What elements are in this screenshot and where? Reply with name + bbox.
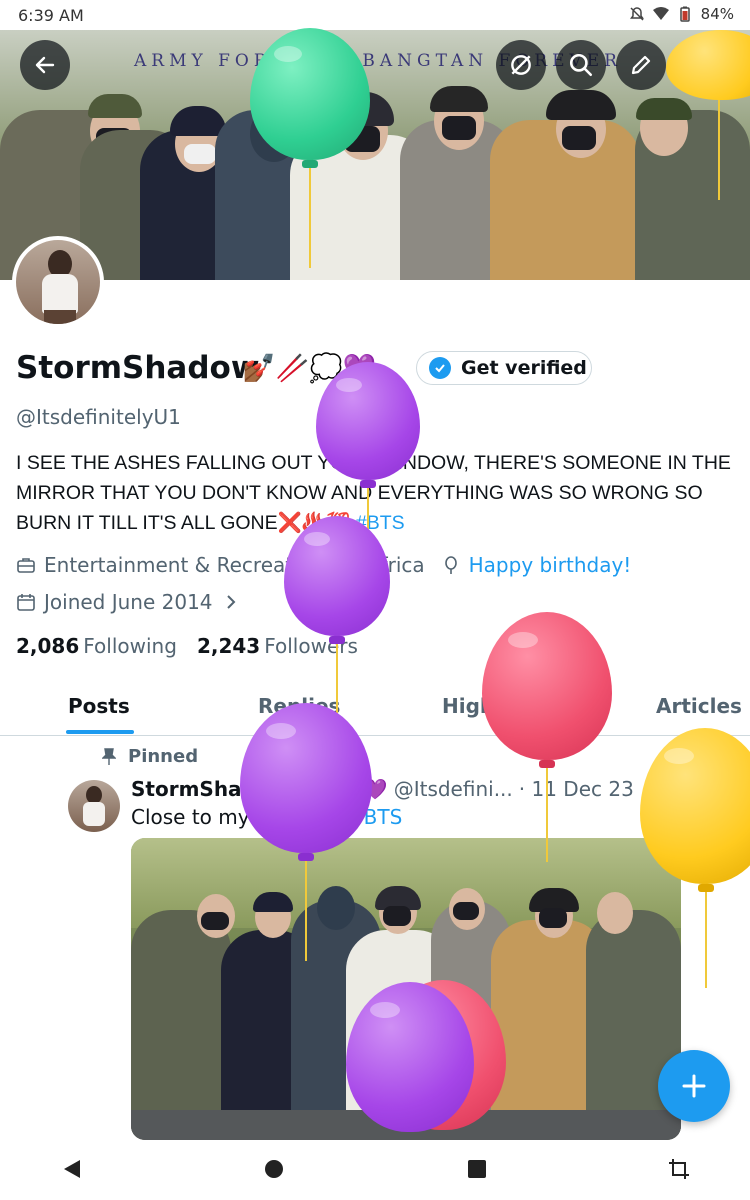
get-verified-button[interactable]: Get verified <box>416 351 592 385</box>
back-button[interactable] <box>20 40 70 90</box>
following-link[interactable]: 2,086 Following <box>16 634 177 658</box>
banner-caption: ARMY FOREVER, BANGTAN FOREVER <box>134 51 622 71</box>
mute-notification-icon <box>629 7 644 21</box>
nav-home-icon[interactable] <box>264 1158 284 1180</box>
profile-avatar[interactable] <box>12 236 104 328</box>
balloon-purple-3 <box>240 703 372 963</box>
profile-handle: @ItsdefinitelyU1 <box>16 405 181 429</box>
edit-icon <box>631 55 651 75</box>
joined-row[interactable]: Joined June 2014 <box>16 590 237 614</box>
following-label: Following <box>83 634 177 658</box>
chevron-right-icon <box>226 595 235 609</box>
profile-display-name: StormShadow <box>16 350 260 386</box>
calendar-icon <box>17 594 35 611</box>
following-count: 2,086 <box>16 634 80 658</box>
pinned-indicator: Pinned <box>102 746 198 767</box>
profile-category: Entertainment & Recreation <box>44 553 324 577</box>
grok-icon <box>511 55 531 75</box>
balloon-birthday-icon <box>444 556 457 574</box>
briefcase-icon <box>17 558 35 573</box>
status-icons: 84% <box>629 5 734 23</box>
active-tab-indicator <box>66 730 134 734</box>
edit-button[interactable] <box>616 40 666 90</box>
back-arrow-icon <box>35 56 55 74</box>
followers-count: 2,243 <box>196 634 261 658</box>
pin-icon <box>102 747 116 765</box>
balloon-yellow-right <box>640 728 750 988</box>
compose-post-button[interactable] <box>658 1050 730 1122</box>
balloon-pink <box>482 612 612 862</box>
get-verified-label: Get verified <box>461 357 587 379</box>
balloon-purple-bottom <box>346 982 476 1142</box>
tab-posts[interactable]: Posts <box>68 694 130 718</box>
post-author-avatar[interactable] <box>68 780 120 832</box>
pinned-label: Pinned <box>128 746 199 767</box>
profile-joined: Joined June 2014 <box>44 590 213 614</box>
tab-articles[interactable]: Articles <box>656 694 742 718</box>
battery-level: 84% <box>700 5 734 23</box>
nav-back-icon[interactable] <box>62 1158 82 1180</box>
balloon-yellow-top <box>666 30 750 200</box>
nav-recents-icon[interactable] <box>467 1158 487 1180</box>
system-nav-bar <box>0 1140 750 1200</box>
birthday-link[interactable]: Happy birthday! <box>469 553 632 577</box>
screen-rotate-icon[interactable] <box>668 1158 690 1180</box>
battery-icon <box>679 6 690 22</box>
grok-button[interactable] <box>496 40 546 90</box>
verified-badge-icon <box>429 357 451 379</box>
status-time: 6:39 AM <box>18 6 84 25</box>
search-icon <box>569 53 593 77</box>
compose-plus-icon <box>682 1074 706 1098</box>
wifi-icon <box>652 7 669 20</box>
status-bar: 6:39 AM 84% <box>0 0 750 30</box>
search-button[interactable] <box>556 40 606 90</box>
balloon-green <box>250 28 370 268</box>
